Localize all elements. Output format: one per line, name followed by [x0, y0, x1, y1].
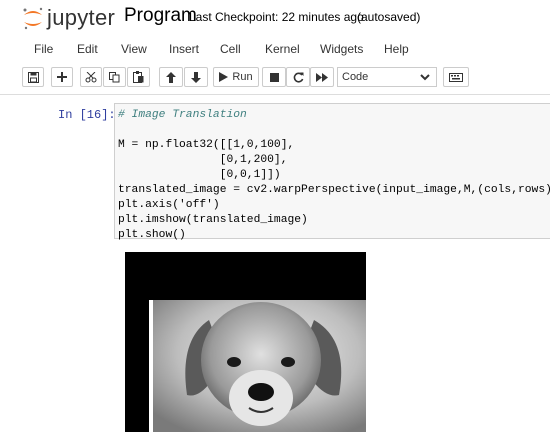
jupyter-logo-text: jupyter: [47, 5, 116, 30]
dog-photo: [149, 300, 366, 432]
menu-edit[interactable]: Edit: [77, 42, 98, 56]
notebook-toolbar: Run Code: [0, 64, 550, 92]
paste-icon: [133, 71, 144, 83]
paste-button[interactable]: [127, 67, 150, 87]
insert-cell-button[interactable]: [51, 67, 73, 87]
code-line-5: [0,0,1]]): [118, 169, 281, 181]
cell-type-select[interactable]: Code: [337, 67, 437, 87]
notebook-header: jupyter Program Last Checkpoint: 22 minu…: [0, 0, 550, 38]
copy-icon: [109, 71, 120, 82]
run-button-label: Run: [232, 71, 253, 83]
arrow-up-icon: [166, 71, 176, 83]
autosave-status: (autosaved): [357, 10, 421, 24]
plus-icon: [57, 72, 67, 82]
code-line-4: [0,1,200],: [118, 154, 288, 166]
code-cell-input[interactable]: # Image Translation M = np.float32([[1,0…: [114, 103, 550, 241]
menu-view[interactable]: View: [121, 42, 147, 56]
restart-run-all-button[interactable]: [310, 67, 334, 87]
move-up-button[interactable]: [159, 67, 183, 87]
run-button[interactable]: Run: [213, 67, 259, 87]
menu-file[interactable]: File: [34, 42, 53, 56]
menu-widgets[interactable]: Widgets: [320, 42, 363, 56]
save-button[interactable]: [22, 67, 44, 87]
run-icon: [219, 72, 229, 82]
arrow-down-icon: [191, 71, 201, 83]
code-line-8: plt.imshow(translated_image): [118, 214, 308, 226]
checkpoint-status: Last Checkpoint: 22 minutes ago: [189, 10, 364, 24]
code-editor[interactable]: # Image Translation M = np.float32([[1,0…: [118, 108, 550, 243]
restart-icon: [293, 72, 303, 83]
jupyter-logo-icon[interactable]: [22, 6, 44, 30]
cut-icon: [85, 71, 97, 82]
menu-insert[interactable]: Insert: [169, 42, 199, 56]
keyboard-icon: [449, 72, 463, 82]
code-line-6: translated_image = cv2.warpPerspective(i…: [118, 184, 550, 196]
restart-button[interactable]: [286, 67, 310, 87]
code-line-7: plt.axis('off'): [118, 199, 220, 211]
notebook-name[interactable]: Program: [124, 5, 197, 27]
move-down-button[interactable]: [184, 67, 208, 87]
output-image: [125, 252, 366, 432]
menu-cell[interactable]: Cell: [220, 42, 241, 56]
menu-bar: File Edit View Insert Cell Kernel Widget…: [20, 38, 550, 60]
command-palette-button[interactable]: [443, 67, 469, 87]
chevron-down-icon: [420, 74, 430, 81]
interrupt-button[interactable]: [262, 67, 286, 87]
save-icon: [27, 71, 39, 83]
code-line-1: # Image Translation: [118, 109, 247, 121]
cell-prompt: In [16]:: [58, 108, 116, 122]
copy-button[interactable]: [103, 67, 126, 87]
menu-help[interactable]: Help: [384, 42, 409, 56]
stop-icon: [269, 72, 279, 82]
fast-forward-icon: [316, 72, 328, 82]
menu-kernel[interactable]: Kernel: [265, 42, 300, 56]
cut-button[interactable]: [80, 67, 102, 87]
code-line-9: plt.show(): [118, 229, 186, 241]
cell-type-value: Code: [342, 71, 369, 83]
code-line-3: M = np.float32([[1,0,100],: [118, 139, 295, 151]
